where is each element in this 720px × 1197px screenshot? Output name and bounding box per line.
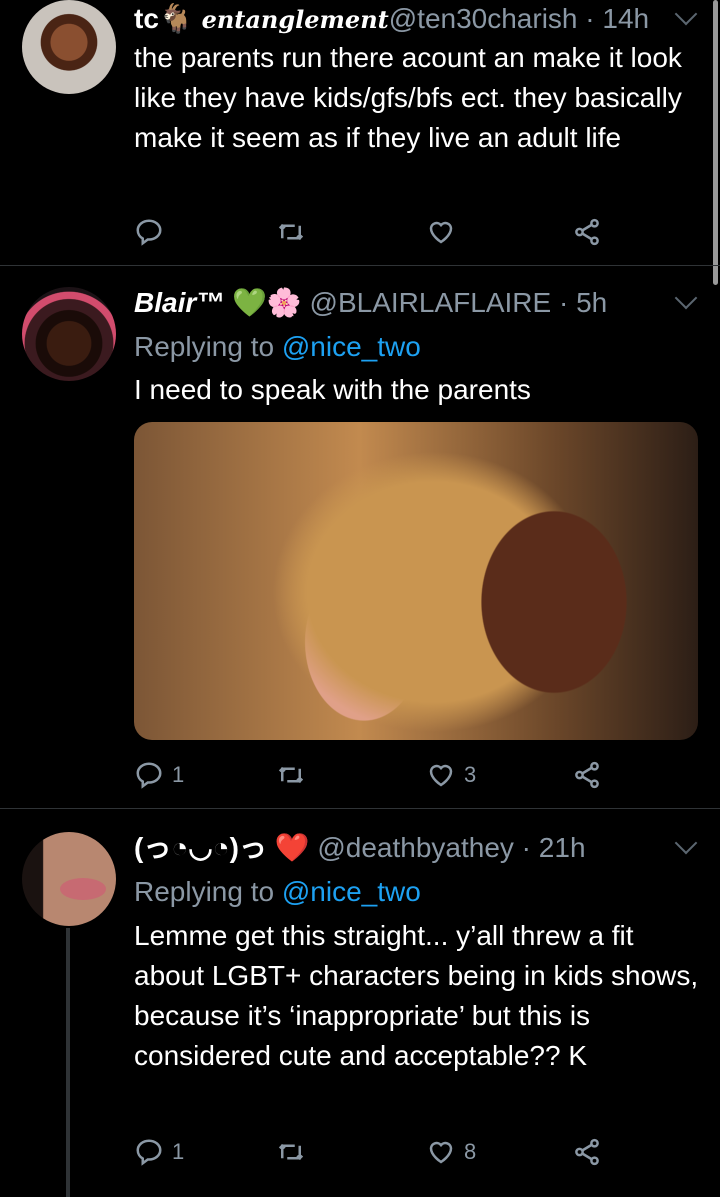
handle[interactable]: @deathbyathey [317, 832, 514, 863]
tweet-text: I need to speak with the parents [134, 374, 531, 405]
tweet-media-image[interactable] [134, 422, 698, 740]
heart-icon [429, 221, 453, 244]
action-bar: 1 3 [134, 758, 614, 792]
display-name-decor: entanglement [201, 5, 389, 34]
heart-icon [429, 1141, 453, 1164]
reply-icon [136, 762, 162, 789]
scrollbar[interactable] [713, 0, 718, 285]
replying-to-label: Replying to [134, 331, 275, 362]
goat-emoji-icon: 🐐 [158, 3, 194, 34]
divider [0, 265, 720, 266]
timestamp[interactable]: 5h [576, 287, 607, 318]
reply-button[interactable]: 1 [134, 758, 184, 792]
display-name[interactable]: Blair™ [134, 287, 224, 318]
avatar[interactable] [22, 832, 116, 926]
tweet-header: Blair™ 💚🌸 @BLAIRLAFLAIRE · 5h [134, 287, 608, 318]
avatar[interactable] [22, 287, 116, 381]
like-count: 8 [464, 1139, 477, 1164]
retweet-button[interactable] [276, 1135, 314, 1169]
like-button[interactable]: 8 [426, 1135, 476, 1169]
share-button[interactable] [572, 1135, 602, 1169]
handle[interactable]: @ten30charish [389, 3, 578, 34]
timestamp[interactable]: 21h [539, 832, 586, 863]
replying-to: Replying to @nice_two [134, 330, 421, 364]
like-count: 3 [464, 762, 477, 787]
action-bar: 1 8 [134, 1135, 614, 1169]
reply-icon [136, 219, 162, 246]
share-icon [575, 1138, 599, 1166]
reply-button[interactable] [134, 215, 172, 249]
tweet-text: the parents run there acount an make it … [134, 42, 682, 153]
retweet-icon [278, 766, 304, 784]
heart-icon [429, 764, 453, 787]
chevron-down-icon[interactable] [674, 2, 698, 26]
divider [0, 808, 720, 809]
replying-to: Replying to @nice_two [134, 875, 421, 909]
like-button[interactable]: 3 [426, 758, 476, 792]
retweet-button[interactable] [276, 758, 314, 792]
retweet-button[interactable] [276, 215, 314, 249]
thread-connector-line [66, 928, 70, 1197]
name-emoji: ❤️ [274, 832, 310, 863]
handle[interactable]: @BLAIRLAFLAIRE [310, 287, 552, 318]
name-emoji: 💚🌸 [232, 287, 302, 318]
share-icon [575, 218, 599, 246]
retweet-icon [278, 1143, 304, 1161]
tweet-header: (っ◔◡◔)っ ❤️ @deathbyathey · 21h [134, 832, 586, 863]
display-name[interactable]: (っ◔◡◔)っ [134, 832, 267, 863]
action-bar [134, 215, 614, 249]
replying-to-handle[interactable]: @nice_two [282, 331, 421, 362]
share-button[interactable] [572, 758, 602, 792]
like-button[interactable] [426, 215, 464, 249]
reply-count: 1 [172, 762, 185, 787]
retweet-icon [278, 223, 304, 241]
tweet-header: tc🐐 entanglement@ten30charish · 14h [134, 3, 650, 34]
chevron-down-icon[interactable] [674, 286, 698, 310]
replying-to-handle[interactable]: @nice_two [282, 876, 421, 907]
tweet-text: Lemme get this straight... y’all threw a… [134, 920, 699, 1071]
reply-count: 1 [172, 1139, 185, 1164]
avatar[interactable] [22, 0, 116, 94]
replying-to-label: Replying to [134, 876, 275, 907]
display-name[interactable]: tc [134, 3, 159, 34]
share-icon [575, 761, 599, 789]
timestamp[interactable]: 14h [602, 3, 649, 34]
reply-button[interactable]: 1 [134, 1135, 184, 1169]
chevron-down-icon[interactable] [674, 831, 698, 855]
reply-icon [136, 1139, 162, 1166]
share-button[interactable] [572, 215, 602, 249]
